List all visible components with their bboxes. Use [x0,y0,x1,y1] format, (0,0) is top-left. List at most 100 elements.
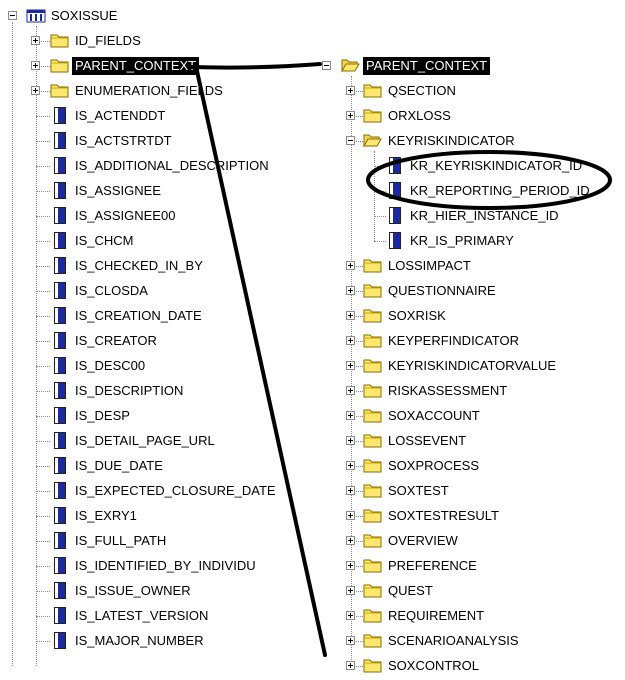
expand-icon[interactable] [346,536,355,545]
expand-icon[interactable] [346,361,355,370]
tree-folder-lossimpact[interactable]: LOSSIMPACT [310,255,625,277]
tree-field-item[interactable]: IS_EXPECTED_CLOSURE_DATE [0,480,310,502]
tree-folder-soxtest[interactable]: SOXTEST [310,480,625,502]
expand-icon[interactable] [31,61,40,70]
collapse-icon[interactable] [322,61,331,70]
tree-field-item[interactable]: IS_MAJOR_NUMBER [0,630,310,652]
expand-icon[interactable] [346,436,355,445]
expand-icon[interactable] [346,561,355,570]
tree-folder-parent-context[interactable]: PARENT_CONTEXT [0,55,310,77]
field-label: IS_ASSIGNEE [75,183,161,198]
field-label: IS_CHECKED_IN_BY [75,258,203,273]
folder-icon [363,383,382,398]
expand-icon[interactable] [346,411,355,420]
tree-folder-orxloss[interactable]: ORXLOSS [310,105,625,127]
folder-icon [363,533,382,548]
tree-field-item[interactable]: IS_ISSUE_OWNER [0,580,310,602]
folder-label: SOXTEST [388,483,449,498]
tree-folder-riskassessment[interactable]: RISKASSESSMENT [310,380,625,402]
expand-icon[interactable] [346,261,355,270]
field-icon [54,557,66,574]
tree-field-item[interactable]: IS_DESCRIPTION [0,380,310,402]
tree-field-kr-hier-instance-id[interactable]: KR_HIER_INSTANCE_ID [310,205,625,227]
left-tree-panel: SOXISSUE ID_FIELDS PARENT_CONTEXT ENUMERATI… [0,0,310,666]
tree-folder-keyriskindicatorvalue[interactable]: KEYRISKINDICATORVALUE [310,355,625,377]
folder-icon [363,408,382,423]
tree-field-item[interactable]: IS_DESP [0,405,310,427]
expand-icon[interactable] [346,461,355,470]
tree-field-item[interactable]: IS_ACTENDDT [0,105,310,127]
tree-root-soxissue[interactable]: SOXISSUE [0,5,310,27]
tree-folder-soxprocess[interactable]: SOXPROCESS [310,455,625,477]
tree-field-item[interactable]: IS_CHCM [0,230,310,252]
folder-label: OVERVIEW [388,533,458,548]
tree-folder-keyriskindicator[interactable]: KEYRISKINDICATOR [310,130,625,152]
expand-icon[interactable] [346,386,355,395]
tree-folder-keyperfindicator[interactable]: KEYPERFINDICATOR [310,330,625,352]
expand-icon[interactable] [346,336,355,345]
tree-field-item[interactable]: IS_LATEST_VERSION [0,605,310,627]
tree-folder-soxaccount[interactable]: SOXACCOUNT [310,405,625,427]
tree-field-item[interactable]: IS_CREATION_DATE [0,305,310,327]
tree-folder-quest[interactable]: QUEST [310,580,625,602]
field-icon [54,632,66,649]
expand-icon[interactable] [346,311,355,320]
folder-icon [363,458,382,473]
expand-icon[interactable] [346,286,355,295]
field-label: IS_ISSUE_OWNER [75,583,191,598]
tree-folder-enumeration-fields[interactable]: ENUMERATION_FIELDS [0,80,310,102]
field-label: IS_ACTENDDT [75,108,166,123]
tree-field-item[interactable]: IS_IDENTIFIED_BY_INDIVIDU [0,555,310,577]
tree-folder-overview[interactable]: OVERVIEW [310,530,625,552]
expand-icon[interactable] [346,86,355,95]
tree-field-item[interactable]: IS_CHECKED_IN_BY [0,255,310,277]
tree-folder-soxrisk[interactable]: SOXRISK [310,305,625,327]
tree-folder-requirement[interactable]: REQUIREMENT [310,605,625,627]
tree-field-item[interactable]: IS_ADDITIONAL_DESCRIPTION [0,155,310,177]
collapse-icon[interactable] [346,136,355,145]
expand-icon[interactable] [346,636,355,645]
expand-icon[interactable] [346,611,355,620]
field-label: IS_LATEST_VERSION [75,608,209,623]
expand-icon[interactable] [346,111,355,120]
expand-icon[interactable] [31,86,40,95]
tree-folder-preference[interactable]: PREFERENCE [310,555,625,577]
tree-root-parent-context[interactable]: PARENT_CONTEXT [310,55,625,77]
tree-folder-questionnaire[interactable]: QUESTIONNAIRE [310,280,625,302]
collapse-icon[interactable] [8,11,17,20]
folder-open-icon [341,58,360,73]
tree-field-item[interactable]: IS_ACTSTRTDT [0,130,310,152]
tree-field-item[interactable]: IS_DETAIL_PAGE_URL [0,430,310,452]
tree-folder-lossevent[interactable]: LOSSEVENT [310,430,625,452]
tree-folder-qsection[interactable]: QSECTION [310,80,625,102]
tree-folder-scenarioanalysis[interactable]: SCENARIOANALYSIS [310,630,625,652]
tree-field-kr-reporting-period-id[interactable]: KR_REPORTING_PERIOD_ID [310,180,625,202]
field-label: IS_DUE_DATE [75,458,163,473]
tree-field-item[interactable]: IS_EXRY1 [0,505,310,527]
tree-folder-soxtestresult[interactable]: SOXTESTRESULT [310,505,625,527]
field-label: IS_CREATOR [75,333,157,348]
tree-field-item[interactable]: IS_DESC00 [0,355,310,377]
expand-icon[interactable] [346,586,355,595]
folder-label: SOXACCOUNT [388,408,480,423]
field-label: IS_DETAIL_PAGE_URL [75,433,215,448]
tree-folder-id-fields[interactable]: ID_FIELDS [0,30,310,52]
expand-icon[interactable] [346,486,355,495]
folder-icon [363,508,382,523]
tree-field-item[interactable]: IS_CLOSDA [0,280,310,302]
tree-field-item[interactable]: IS_ASSIGNEE [0,180,310,202]
tree-field-item[interactable]: IS_ASSIGNEE00 [0,205,310,227]
field-label: IS_CREATION_DATE [75,308,202,323]
tree-field-item[interactable]: IS_DUE_DATE [0,455,310,477]
folder-label: KEYRISKINDICATORVALUE [388,358,557,373]
tree-field-item[interactable]: IS_CREATOR [0,330,310,352]
tree-field-kr-is-primary[interactable]: KR_IS_PRIMARY [310,230,625,252]
tree-folder-soxcontrol[interactable]: SOXCONTROL [310,655,625,677]
folder-icon [363,633,382,648]
field-icon [54,432,66,449]
tree-field-kr-keyriskindicator-id[interactable]: KR_KEYRISKINDICATOR_ID [310,155,625,177]
expand-icon[interactable] [31,36,40,45]
expand-icon[interactable] [346,511,355,520]
tree-field-item[interactable]: IS_FULL_PATH [0,530,310,552]
field-label: KR_REPORTING_PERIOD_ID [410,183,590,198]
